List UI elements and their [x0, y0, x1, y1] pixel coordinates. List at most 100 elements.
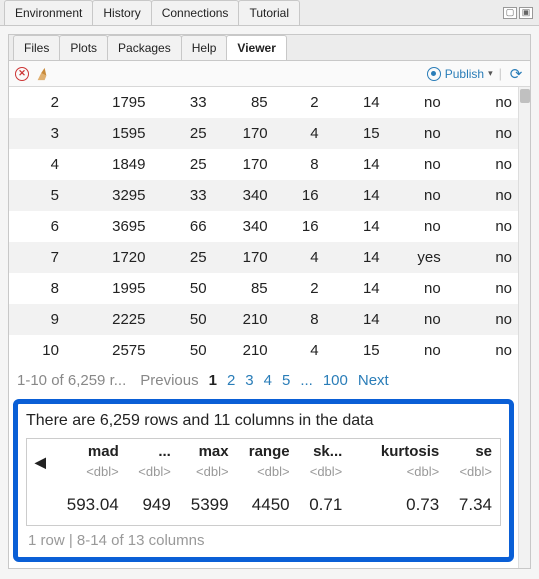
- table-cell: 170: [213, 242, 274, 273]
- tab-tutorial[interactable]: Tutorial: [238, 0, 300, 25]
- summary-value: 0.71: [298, 485, 351, 526]
- table-cell: 1595: [65, 118, 152, 149]
- tab-packages[interactable]: Packages: [107, 35, 182, 60]
- table-cell: 1995: [65, 273, 152, 304]
- table-cell: 15: [325, 335, 386, 366]
- tab-plots[interactable]: Plots: [59, 35, 108, 60]
- table-cell: no: [447, 211, 518, 242]
- summary-value: 4450: [237, 485, 298, 526]
- table-cell: 14: [325, 87, 386, 118]
- summary-value: [350, 485, 367, 526]
- pager-page-2[interactable]: 2: [227, 372, 235, 389]
- table-cell: 4: [274, 118, 325, 149]
- table-cell: yes: [386, 242, 447, 273]
- table-cell: no: [386, 335, 447, 366]
- summary-col-type: <dbl>: [298, 464, 351, 485]
- summary-col-header: mad: [54, 439, 127, 465]
- table-row: 819955085214nono: [9, 273, 518, 304]
- table-cell: no: [386, 304, 447, 335]
- maximize-pane-icon[interactable]: ▣: [519, 7, 533, 19]
- summary-col-header: se: [447, 439, 500, 465]
- pager-status: 1-10 of 6,259 r...: [17, 372, 126, 389]
- table-row: 3159525170415nono: [9, 118, 518, 149]
- table-cell: 8: [9, 273, 65, 304]
- summary-col-type: <dbl>: [237, 464, 298, 485]
- summary-highlight: There are 6,259 rows and 11 columns in t…: [13, 399, 514, 562]
- table-cell: 8: [274, 304, 325, 335]
- table-cell: 4: [9, 149, 65, 180]
- summary-col-type: <dbl>: [179, 464, 237, 485]
- summary-value: 5399: [179, 485, 237, 526]
- table-cell: 4: [274, 335, 325, 366]
- summary-col-type: <dbl>: [447, 464, 500, 485]
- tab-files[interactable]: Files: [13, 35, 60, 60]
- pager-ellipsis: ...: [300, 372, 313, 389]
- summary-col-type: [350, 464, 367, 485]
- table-cell: 1849: [65, 149, 152, 180]
- table-cell: no: [386, 211, 447, 242]
- scroll-thumb[interactable]: [520, 89, 530, 103]
- viewer-panel: Files Plots Packages Help Viewer ✕ Publi…: [8, 34, 531, 569]
- tab-environment[interactable]: Environment: [4, 0, 93, 25]
- table-cell: no: [447, 149, 518, 180]
- table-cell: 4: [274, 242, 325, 273]
- table-row: 4184925170814nono: [9, 149, 518, 180]
- table-cell: 14: [325, 180, 386, 211]
- table-cell: 2: [9, 87, 65, 118]
- summary-col-header: ...: [127, 439, 179, 465]
- pager-previous[interactable]: Previous: [140, 372, 198, 389]
- table-cell: no: [386, 273, 447, 304]
- outer-tabbar: Environment History Connections Tutorial…: [0, 0, 539, 26]
- table-cell: no: [447, 273, 518, 304]
- table-cell: no: [386, 149, 447, 180]
- tab-help[interactable]: Help: [181, 35, 228, 60]
- pager-page-5[interactable]: 5: [282, 372, 290, 389]
- table-row: 10257550210415nono: [9, 335, 518, 366]
- vertical-scrollbar[interactable]: [518, 87, 530, 568]
- table-cell: 16: [274, 180, 325, 211]
- table-cell: 33: [152, 87, 213, 118]
- clear-viewer-icon[interactable]: [35, 67, 49, 81]
- table-row: 63695663401614nono: [9, 211, 518, 242]
- publish-button[interactable]: Publish ▾: [427, 67, 493, 81]
- table-cell: 210: [213, 335, 274, 366]
- pager-next[interactable]: Next: [358, 372, 389, 389]
- table-cell: 170: [213, 149, 274, 180]
- table-cell: 9: [9, 304, 65, 335]
- table-row: 217953385214nono: [9, 87, 518, 118]
- summary-table: ◀ mad...maxrangesk...kurtosisse <dbl><db…: [26, 438, 501, 526]
- table-cell: no: [386, 87, 447, 118]
- refresh-icon[interactable]: ⟳: [508, 66, 524, 82]
- table-cell: 2: [274, 273, 325, 304]
- table-cell: 3295: [65, 180, 152, 211]
- pager-page-4[interactable]: 4: [264, 372, 272, 389]
- table-cell: 6: [9, 211, 65, 242]
- pager-page-last[interactable]: 100: [323, 372, 348, 389]
- table-cell: 14: [325, 242, 386, 273]
- publish-label: Publish: [445, 67, 484, 81]
- table-cell: 50: [152, 335, 213, 366]
- table-cell: 3: [9, 118, 65, 149]
- table-cell: 14: [325, 211, 386, 242]
- table-cell: 1795: [65, 87, 152, 118]
- table-row: 7172025170414yesno: [9, 242, 518, 273]
- summary-value: 949: [127, 485, 179, 526]
- pager-page-3[interactable]: 3: [245, 372, 253, 389]
- tab-viewer[interactable]: Viewer: [226, 35, 286, 60]
- tab-connections[interactable]: Connections: [151, 0, 240, 25]
- minimize-pane-icon[interactable]: ▢: [503, 7, 517, 19]
- table-cell: 50: [152, 273, 213, 304]
- table-cell: 25: [152, 118, 213, 149]
- table-cell: 340: [213, 211, 274, 242]
- summary-col-header: [350, 439, 367, 465]
- tab-history[interactable]: History: [92, 0, 151, 25]
- table-cell: 10: [9, 335, 65, 366]
- table-row: 53295333401614nono: [9, 180, 518, 211]
- pager-page-1[interactable]: 1: [209, 372, 217, 389]
- table-cell: no: [447, 304, 518, 335]
- scroll-left-icon[interactable]: ◀: [27, 439, 54, 486]
- summary-col-header: max: [179, 439, 237, 465]
- summary-col-type: <dbl>: [127, 464, 179, 485]
- table-cell: 14: [325, 304, 386, 335]
- remove-viewer-icon[interactable]: ✕: [15, 67, 29, 81]
